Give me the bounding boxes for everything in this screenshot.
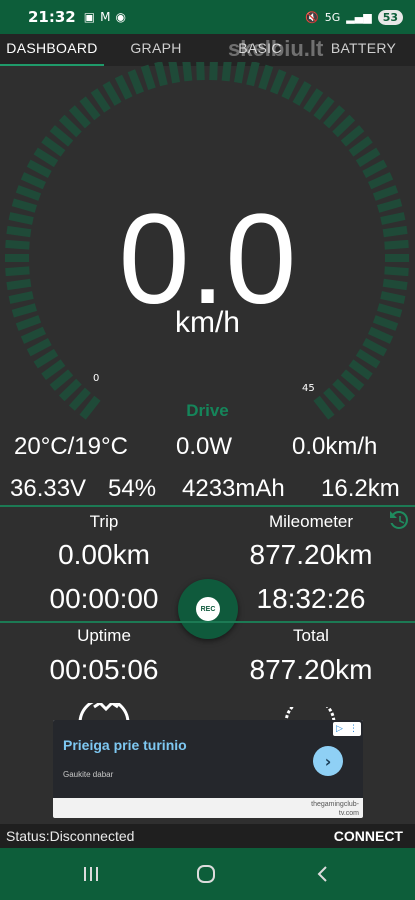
gauge-tick xyxy=(269,69,287,95)
signal-icon: ▂▄▆ xyxy=(346,10,372,24)
mileometer-value: 877.20km xyxy=(249,539,373,570)
gauge-tick xyxy=(233,62,246,84)
mail-icon: M xyxy=(100,10,111,24)
gauge-tick xyxy=(49,125,74,147)
system-icons: 🔇 5G ▂▄▆ 53 xyxy=(305,9,403,25)
5g-icon: 5G xyxy=(324,10,341,24)
gauge-tick xyxy=(114,74,133,100)
gauge-tick xyxy=(303,88,324,113)
ride-mode: Drive xyxy=(186,401,229,420)
gauge-tick xyxy=(323,105,346,129)
gauge-tick xyxy=(313,96,335,121)
ad-title: Prieiga prie turinio xyxy=(63,737,187,753)
speed-value: 0.0 xyxy=(118,188,297,331)
voltage-reading: 36.33V xyxy=(10,475,87,502)
battery-icon: 53 xyxy=(377,9,403,25)
back-icon[interactable] xyxy=(307,862,337,886)
speed-reading: 0.0km/h xyxy=(292,433,378,460)
trip-distance: 0.00km xyxy=(58,539,150,570)
history-icon[interactable] xyxy=(388,508,412,532)
gauge-tick xyxy=(362,159,388,178)
connection-bar: Status:Disconnected CONNECT xyxy=(0,824,415,848)
gauge-tick xyxy=(367,172,394,190)
uptime-label: Uptime xyxy=(77,626,131,645)
gauge-tick xyxy=(58,114,82,138)
gauge-tick xyxy=(90,88,111,113)
capacity-reading: 4233mAh xyxy=(182,475,285,502)
gauge-tick xyxy=(154,62,168,87)
gauge-tick xyxy=(340,125,365,147)
gauge-tick xyxy=(26,159,52,178)
ad-choices-label: ▷ xyxy=(336,724,343,734)
ad-subtitle: Gaukite dabar xyxy=(63,770,114,779)
screenshot-icon: ▣ xyxy=(83,10,96,24)
gauge-max-label: 45 xyxy=(302,383,315,394)
gauge-tick xyxy=(41,359,66,380)
ad-source: thegamingclub-tv.com xyxy=(311,801,359,817)
record-label: REC xyxy=(196,597,220,621)
gauge-tick xyxy=(68,105,91,129)
home-icon[interactable] xyxy=(191,862,221,886)
clock-time: 21:32 xyxy=(28,8,76,26)
gauge-tick xyxy=(221,62,232,82)
gauge-tick xyxy=(102,81,122,106)
gauge-tick xyxy=(209,62,218,81)
gauge-tick xyxy=(49,369,74,391)
battery-percent-reading: 54% xyxy=(108,475,157,502)
mileometer-label: Mileometer xyxy=(268,512,354,531)
gauge-tick xyxy=(340,369,365,391)
recent-apps-icon[interactable] xyxy=(76,862,106,886)
gauge-tick xyxy=(33,147,59,168)
gauge-tick xyxy=(258,64,274,90)
trip-label: Trip xyxy=(89,512,119,531)
ad-choices-icon[interactable]: ▷ ⋮ xyxy=(333,722,361,736)
connection-status: Status:Disconnected xyxy=(6,828,135,844)
range-reading: 16.2km xyxy=(321,475,400,502)
temperature-reading: 20°C/19°C xyxy=(14,433,128,460)
gauge-tick xyxy=(332,114,356,138)
gauge-tick xyxy=(292,81,312,106)
gauge-tick xyxy=(79,96,101,121)
divider-middle xyxy=(0,621,415,623)
connect-button[interactable]: CONNECT xyxy=(334,828,403,844)
gauge-tick xyxy=(41,136,66,157)
gauge-tick xyxy=(196,62,205,81)
gauge-tick xyxy=(127,69,145,95)
gauge-tick xyxy=(246,62,260,87)
gauge-tick xyxy=(33,348,59,369)
power-reading: 0.0W xyxy=(176,433,233,460)
current-clock: 18:32:26 xyxy=(256,583,366,614)
status-bar: 21:32 ▣ M ◉ 🔇 5G ▂▄▆ 53 xyxy=(0,0,415,34)
speed-unit: km/h xyxy=(174,306,240,339)
gauge-tick xyxy=(355,147,381,168)
messenger-icon: ◉ xyxy=(115,10,126,24)
divider-top xyxy=(0,505,415,507)
gauge-tick xyxy=(281,74,300,100)
record-button[interactable]: REC xyxy=(178,579,238,639)
gauge-tick xyxy=(332,378,356,402)
total-label: Total xyxy=(293,626,329,645)
ad-card[interactable]: Prieiga prie turinio Gaukite dabar › xyxy=(53,720,363,798)
gauge-tick xyxy=(362,338,388,357)
total-value: 877.20km xyxy=(249,654,373,685)
uptime-value: 00:05:06 xyxy=(49,654,159,685)
gauge-tick xyxy=(348,359,373,380)
ad-arrow-icon[interactable]: › xyxy=(313,746,343,776)
notification-icons: ▣ M ◉ xyxy=(84,10,126,24)
trip-time: 00:00:00 xyxy=(49,583,159,614)
gauge-tick xyxy=(20,172,47,190)
gauge-tick xyxy=(182,62,193,82)
gauge-tick xyxy=(355,348,381,369)
ad-menu-icon: ⋮ xyxy=(348,724,358,734)
system-nav-bar xyxy=(0,848,415,900)
gauge-tick xyxy=(26,338,52,357)
gauge-tick xyxy=(348,136,373,157)
gauge-tick xyxy=(140,64,156,90)
gauge-tick xyxy=(58,378,82,402)
mute-icon: 🔇 xyxy=(305,10,319,24)
advertisement[interactable]: Prieiga prie turinio Gaukite dabar › ▷ ⋮ … xyxy=(53,720,363,818)
gauge-tick xyxy=(168,62,181,84)
gauge-min-label: 0 xyxy=(93,373,100,384)
